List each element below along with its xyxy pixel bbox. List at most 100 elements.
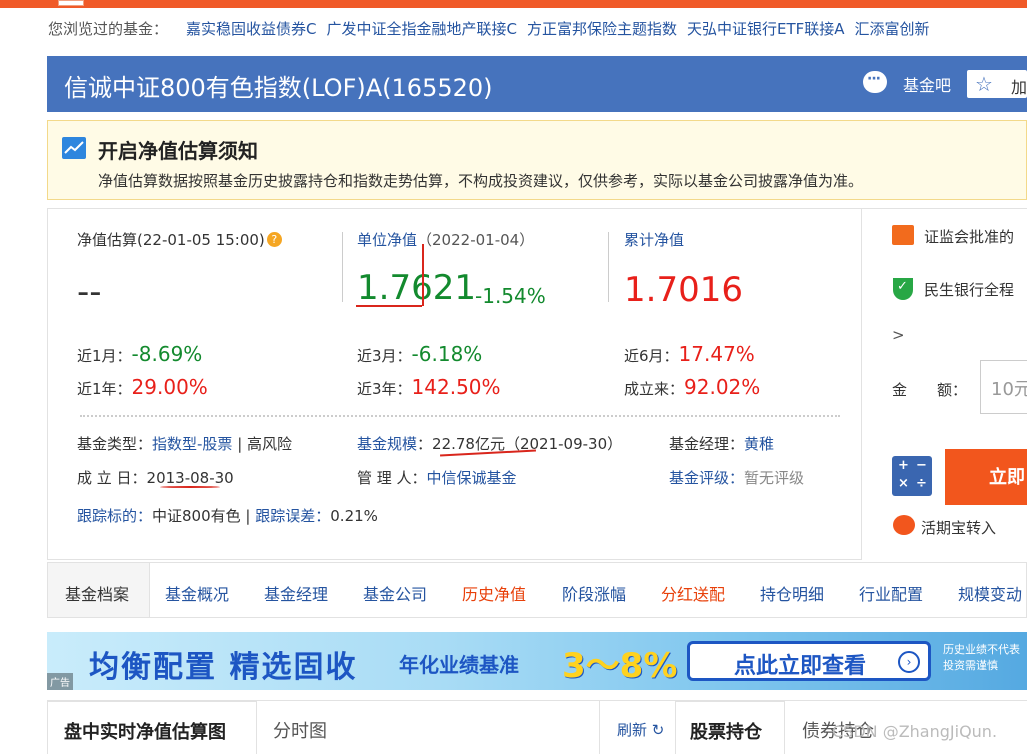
return-value: 29.00%: [131, 375, 208, 399]
unit-nav-value: 1.7621: [357, 268, 476, 308]
help-icon[interactable]: ?: [266, 232, 282, 247]
return-label: 近3月：: [357, 347, 412, 365]
refresh-label: 刷新: [617, 721, 648, 739]
fund-type-row: 基金类型：指数型-股票 | 高风险: [77, 435, 293, 453]
browsed-fund-link[interactable]: 天弘中证银行ETF联接A: [687, 18, 845, 44]
fund-type-link[interactable]: 指数型-股票: [152, 435, 232, 453]
return-label: 近6月：: [624, 347, 679, 365]
tracking-label[interactable]: 跟踪标的：: [77, 507, 152, 525]
add-favorite-label: 加: [1011, 78, 1027, 97]
inception-label: 成 立 日：: [77, 469, 147, 487]
tracking-error-value: 0.21%: [330, 507, 378, 525]
return-label: 近1年：: [77, 380, 132, 398]
banner-range: 3～8%: [562, 646, 678, 686]
tab-divider: [599, 701, 600, 754]
arrow-circle-icon: ›: [898, 651, 920, 673]
add-favorite-button[interactable]: ☆ 加: [967, 70, 1027, 98]
banner-subtitle: 年化业绩基准: [399, 653, 519, 677]
top-strip-tab[interactable]: [58, 0, 84, 6]
browsed-fund-link[interactable]: 方正富邦保险主题指数: [527, 18, 677, 44]
return-item: 近3月：-6.18%: [357, 342, 482, 366]
nav-tab-overview[interactable]: 基金概况: [165, 581, 229, 605]
nav-tab-manager[interactable]: 基金经理: [264, 581, 328, 605]
purchase-sidebar: 证监会批准的 民生银行全程 > 金 额： 10元 +− ×÷ 立即 活期宝转入: [862, 208, 1027, 560]
buy-now-button[interactable]: 立即: [945, 449, 1027, 505]
valuation-notice: 开启净值估算须知 净值估算数据按照基金历史披露持仓和指数走势估算，不构成投资建议…: [47, 120, 1027, 200]
fund-nav-bar: 基金档案 基金概况 基金经理 基金公司 历史净值 阶段涨幅 分红送配 持仓明细 …: [47, 562, 1027, 618]
return-item: 近6月：17.47%: [624, 342, 755, 366]
banner-cta-label: 点此立即查看: [734, 654, 867, 679]
amount-input[interactable]: 10元: [980, 360, 1027, 414]
unit-nav-label-text[interactable]: 单位净值: [357, 231, 417, 249]
fund-scale-label[interactable]: 基金规模: [357, 435, 417, 453]
return-item: 近1年：29.00%: [77, 375, 208, 399]
chat-bubble-icon[interactable]: [863, 71, 887, 93]
banner-risk-note: 历史业绩不代表 投资需谨慎: [943, 642, 1027, 674]
refresh-button[interactable]: 刷新 ↻: [617, 719, 664, 740]
bank-text: 民生银行全程: [924, 281, 1015, 299]
annotation-underline: [356, 305, 422, 307]
nav-tab-performance[interactable]: 阶段涨幅: [562, 581, 626, 605]
ad-badge: 广告: [47, 673, 73, 690]
refresh-icon: ↻: [651, 721, 665, 739]
ad-banner[interactable]: 均衡配置 精选固收 年化业绩基准 3～8% 点此立即查看 › 广告 历史业绩不代…: [47, 632, 1027, 690]
fund-scale-row: 基金规模：22.78亿元（2021-09-30）: [357, 435, 623, 453]
return-label: 近3年：: [357, 380, 412, 398]
annotation-underline: [160, 486, 220, 488]
annotation-stroke: [422, 244, 424, 306]
more-chevron[interactable]: >: [892, 326, 905, 344]
unit-nav-date: （2022-01-04）: [417, 231, 535, 249]
growth-chart-icon: [892, 225, 914, 245]
estimate-label-text: 净值估算(22-01-05 15:00): [77, 231, 265, 249]
fund-manager-row: 基金经理：黄稚: [669, 433, 774, 454]
estimate-value: --: [77, 272, 102, 312]
browsed-funds-bar: 您浏览过的基金： 嘉实稳固收益债券C 广发中证全指金融地产联接C 方正富邦保险主…: [48, 18, 930, 44]
tab-realtime-label: 盘中实时净值估算图: [64, 722, 226, 743]
tracking-row: 跟踪标的：中证800有色 | 跟踪误差：0.21%: [77, 507, 378, 525]
risk-note-line: 历史业绩不代表: [943, 643, 1020, 656]
tab-timeshare[interactable]: 分时图: [273, 717, 327, 743]
nav-tab-holdings[interactable]: 持仓明细: [760, 581, 824, 605]
acc-nav-label[interactable]: 累计净值: [624, 229, 684, 250]
unit-nav-change: -1.54%: [475, 284, 546, 308]
return-item: 近3年：142.50%: [357, 375, 501, 399]
browsed-fund-link[interactable]: 汇添富创新: [855, 18, 930, 44]
huoqibao-link[interactable]: 活期宝转入: [921, 517, 996, 538]
nav-tab-dividends[interactable]: 分红送配: [661, 581, 725, 605]
approval-text: 证监会批准的: [924, 228, 1015, 246]
return-value: 142.50%: [411, 375, 501, 399]
company-link[interactable]: 中信保诚基金: [427, 469, 517, 487]
tab-stock-holdings[interactable]: 股票持仓: [675, 701, 785, 754]
nav-tab-company[interactable]: 基金公司: [363, 581, 427, 605]
nav-tab-history-nav[interactable]: 历史净值: [462, 581, 526, 605]
top-strip: [0, 0, 1027, 8]
nav-archive-label: 基金档案: [65, 585, 130, 604]
calculator-icon[interactable]: + − × ÷: [892, 456, 932, 496]
nav-tab-industry[interactable]: 行业配置: [859, 581, 923, 605]
fund-title-bar: 信诚中证800有色指数(LOF)A(165520) 基金吧 ☆ 加: [47, 56, 1027, 112]
estimate-label: 净值估算(22-01-05 15:00)?: [77, 229, 282, 250]
banner-headline: 均衡配置 精选固收: [89, 650, 358, 685]
risk-level: 高风险: [247, 435, 293, 453]
return-label: 成立来：: [624, 380, 685, 398]
notice-text: 净值估算数据按照基金历史披露持仓和指数走势估算，不构成投资建议，仅供参考，实际以…: [98, 172, 864, 190]
company-row: 管 理 人：中信保诚基金: [357, 467, 517, 488]
banner-cta-button[interactable]: 点此立即查看 ›: [687, 641, 931, 681]
inception-row: 成 立 日：2013-08-30: [77, 467, 234, 488]
column-divider: [608, 232, 609, 302]
browsed-label: 您浏览过的基金：: [48, 20, 169, 38]
nav-tab-scale[interactable]: 规模变动: [958, 581, 1022, 605]
unit-nav-label: 单位净值（2022-01-04）: [357, 229, 534, 250]
tab-realtime-estimate[interactable]: 盘中实时净值估算图: [47, 701, 257, 754]
trend-chart-icon: [62, 137, 86, 159]
rating-label[interactable]: 基金评级：: [669, 469, 744, 487]
browsed-fund-link[interactable]: 广发中证全指金融地产联接C: [327, 18, 517, 44]
browsed-fund-link[interactable]: 嘉实稳固收益债券C: [186, 18, 316, 44]
tab-stock-holdings-label: 股票持仓: [690, 722, 762, 743]
fund-forum-link[interactable]: 基金吧: [903, 72, 951, 96]
inception-value: 2013-08-30: [146, 469, 234, 487]
return-value: -6.18%: [411, 342, 483, 366]
fund-manager-link[interactable]: 黄稚: [744, 435, 774, 453]
tracking-error-label[interactable]: 跟踪误差：: [255, 507, 330, 525]
fund-page: 您浏览过的基金： 嘉实稳固收益债券C 广发中证全指金融地产联接C 方正富邦保险主…: [0, 0, 1027, 754]
